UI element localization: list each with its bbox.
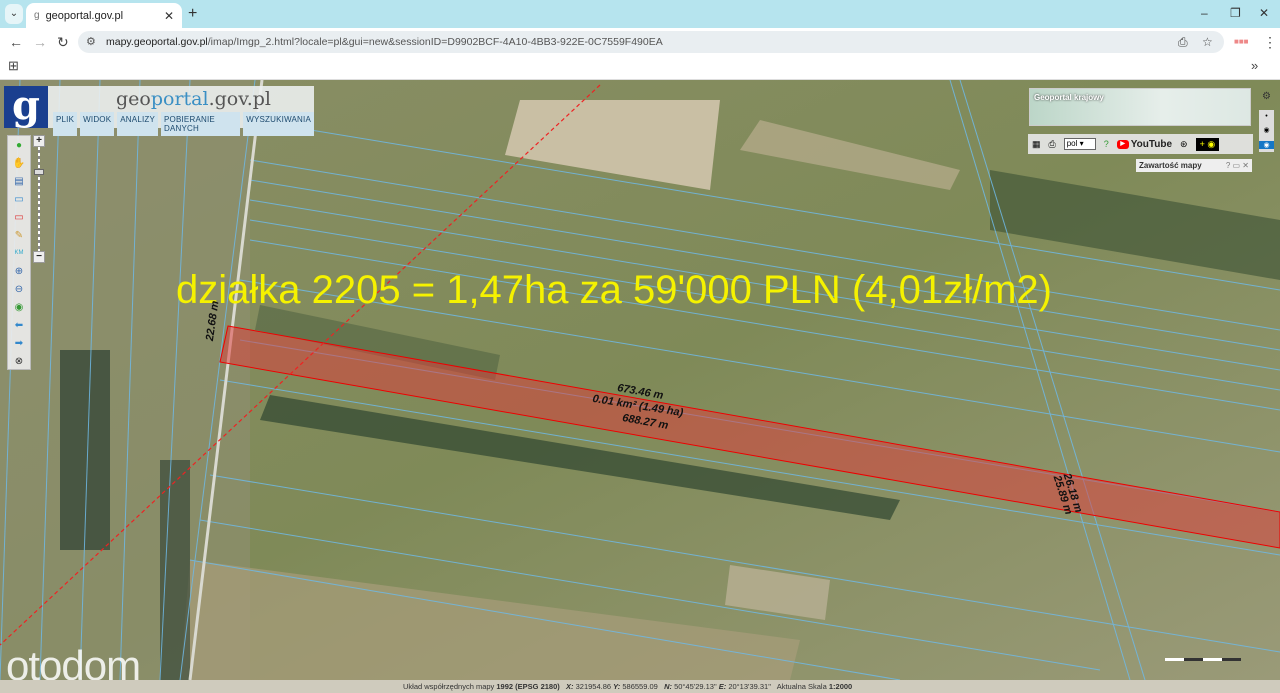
scale-bar [1165, 658, 1241, 661]
install-icon[interactable]: ⎙ [1178, 31, 1188, 53]
high-contrast-button[interactable]: + ◉ [1195, 137, 1220, 151]
n-label: N: [664, 682, 672, 691]
geoportal-logo[interactable]: g [4, 86, 48, 128]
menu-icon[interactable]: ⋮ [1263, 34, 1277, 51]
reset-icon[interactable]: ⊗ [8, 352, 30, 370]
mode-eye-small-icon[interactable]: ◉ [1263, 126, 1269, 134]
map-content-panel[interactable]: Zawartość mapy ? ▭ ✕ [1136, 159, 1252, 172]
system-value: 1992 (EPSG 2180) [496, 682, 560, 691]
nav-bar: ← → ↻ ⚙ mapy.geoportal.gov.pl/imap/Imgp_2… [0, 28, 1280, 56]
tab-list-button[interactable]: ⌄ [5, 4, 23, 24]
previous-view-icon[interactable]: ⬅ [8, 316, 30, 334]
menu-plik[interactable]: PLIK [53, 112, 78, 136]
new-tab-button[interactable]: + [188, 5, 197, 23]
zoom-minus-button[interactable]: − [33, 251, 45, 263]
close-window-button[interactable]: ✕ [1259, 6, 1269, 20]
list-icon[interactable]: ▦ [1032, 139, 1041, 150]
map-content-title: Zawartość mapy [1139, 161, 1202, 170]
more-bookmarks-icon[interactable]: » [1251, 58, 1258, 73]
y-label: Y: [613, 682, 621, 691]
zoom-plus-button[interactable]: + [33, 135, 45, 147]
forward-icon[interactable]: → [33, 34, 47, 50]
zoom-track[interactable] [38, 147, 40, 251]
main-menu: PLIK WIDOK ANALIZY POBIERANIE DANYCH WYS… [53, 112, 314, 136]
menu-widok[interactable]: WIDOK [80, 112, 115, 136]
n-value: 50°45'29.13" [674, 682, 717, 691]
address-bar[interactable]: ⚙ mapy.geoportal.gov.pl/imap/Imgp_2.html?… [78, 31, 1224, 53]
bookmark-star-icon[interactable]: ☆ [1202, 31, 1213, 53]
minimize-button[interactable]: – [1201, 6, 1208, 20]
map-view[interactable]: g geoportal.gov.pl PLIK WIDOK ANALIZY PO… [0, 80, 1280, 680]
view-mode-switch: • ◉ ◉ [1259, 110, 1274, 152]
info-icon[interactable]: ● [8, 136, 30, 154]
tab-title: geoportal.gov.pl [45, 9, 124, 22]
zoom-slider[interactable]: + − [33, 135, 45, 265]
favicon-icon: g [34, 10, 40, 21]
url-host: mapy.geoportal.gov.pl [106, 36, 208, 48]
print-icon[interactable]: ⎙ [1049, 139, 1056, 150]
brand-part: geo [116, 88, 151, 110]
youtube-label: YouTube [1130, 138, 1173, 150]
menu-wyszukiwania[interactable]: WYSZUKIWANIA [243, 112, 314, 136]
panel-controls[interactable]: ? ▭ ✕ [1226, 159, 1249, 172]
full-extent-icon[interactable]: ◉ [8, 298, 30, 316]
site-settings-icon[interactable]: ⚙ [86, 31, 96, 53]
zoom-out-icon[interactable]: ⊖ [8, 280, 30, 298]
pencil-icon[interactable]: ✎ [8, 226, 30, 244]
aerial-imagery [0, 80, 1280, 680]
brand-title: geoportal.gov.pl [116, 88, 271, 110]
language-select[interactable]: pol ▾ [1063, 138, 1096, 150]
url-path: /imap/Imgp_2.html?locale=pl&gui=new&sess… [207, 36, 663, 48]
accessibility-icon[interactable]: ⊛ [1180, 139, 1188, 150]
utility-toolbar: ▦ ⎙ pol ▾ ? ▶ YouTube ⊛ + ◉ [1028, 134, 1253, 154]
overview-map[interactable]: Geoportal krajowy [1029, 88, 1251, 126]
legend-icon[interactable]: ▤ [8, 172, 30, 190]
next-view-icon[interactable]: ➡ [8, 334, 30, 352]
overview-map-title: Geoportal krajowy [1034, 93, 1104, 102]
geoportal-header: geoportal.gov.pl PLIK WIDOK ANALIZY POBI… [48, 86, 314, 136]
help-icon[interactable]: ? [1104, 139, 1109, 149]
apps-icon[interactable]: ⊞ [8, 58, 19, 74]
restore-button[interactable]: ❐ [1230, 6, 1241, 20]
youtube-play-icon: ▶ [1116, 139, 1129, 149]
y-value: 586559.09 [622, 682, 658, 691]
language-value: pol [1066, 139, 1078, 148]
mode-dot-icon[interactable]: • [1265, 113, 1267, 120]
otodom-watermark: otodom [6, 642, 141, 680]
e-value: 20°13'39.31" [728, 682, 771, 691]
zoom-in-icon[interactable]: ⊕ [8, 262, 30, 280]
mode-eye-icon[interactable]: ◉ [1259, 140, 1274, 149]
menu-pobieranie-danych[interactable]: POBIERANIE DANYCH [161, 112, 241, 136]
scale-label: Aktualna Skala [776, 682, 827, 691]
menu-analizy[interactable]: ANALIZY [117, 112, 159, 136]
youtube-link[interactable]: ▶ YouTube [1116, 138, 1173, 150]
tab-geoportal[interactable]: g geoportal.gov.pl ✕ [26, 3, 182, 28]
zoom-handle[interactable] [34, 169, 44, 175]
measure-icon[interactable]: KM [8, 244, 30, 262]
scale-value: 1:2000 [828, 682, 853, 691]
status-bar: Układ współrzędnych mapy 1992 (EPSG 2180… [0, 680, 1280, 693]
reload-icon[interactable]: ↻ [57, 34, 69, 51]
pan-hand-icon[interactable]: ✋ [8, 154, 30, 172]
brand-part: portal [150, 88, 209, 110]
back-icon[interactable]: ← [9, 34, 23, 50]
select-area-icon[interactable]: ▭ [8, 190, 30, 208]
x-label: X: [566, 682, 574, 691]
settings-icon[interactable]: ⚙ [1262, 91, 1271, 102]
map-toolbar: ● ✋ ▤ ▭ ▭ ✎ KM ⊕ ⊖ ◉ ⬅ ➡ ⊗ [7, 135, 31, 370]
headline-overlay: działka 2205 = 1,47ha za 59'000 PLN (4,0… [176, 268, 1052, 312]
close-tab-icon[interactable]: ✕ [164, 9, 174, 23]
bookmarks-bar: ⊞ » [0, 56, 1280, 80]
x-value: 321954.86 [575, 682, 612, 691]
clear-selection-icon[interactable]: ▭ [8, 208, 30, 226]
tab-bar: ⌄ g geoportal.gov.pl ✕ + – ❐ ✕ [0, 0, 1280, 28]
extension-icon[interactable]: ■■■ [1234, 37, 1249, 46]
brand-part: .gov.pl [208, 88, 271, 110]
system-label: Układ współrzędnych mapy [403, 682, 495, 691]
e-label: E: [718, 682, 727, 691]
